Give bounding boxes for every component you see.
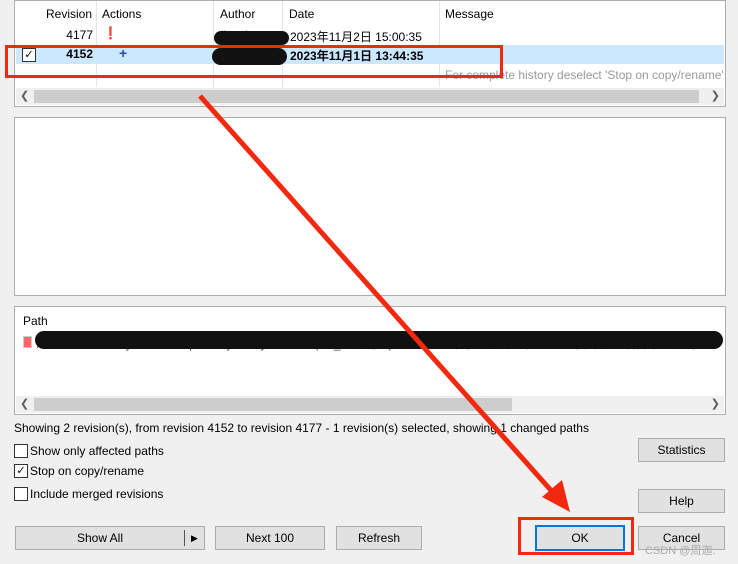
annotation-arrow [198, 94, 570, 512]
